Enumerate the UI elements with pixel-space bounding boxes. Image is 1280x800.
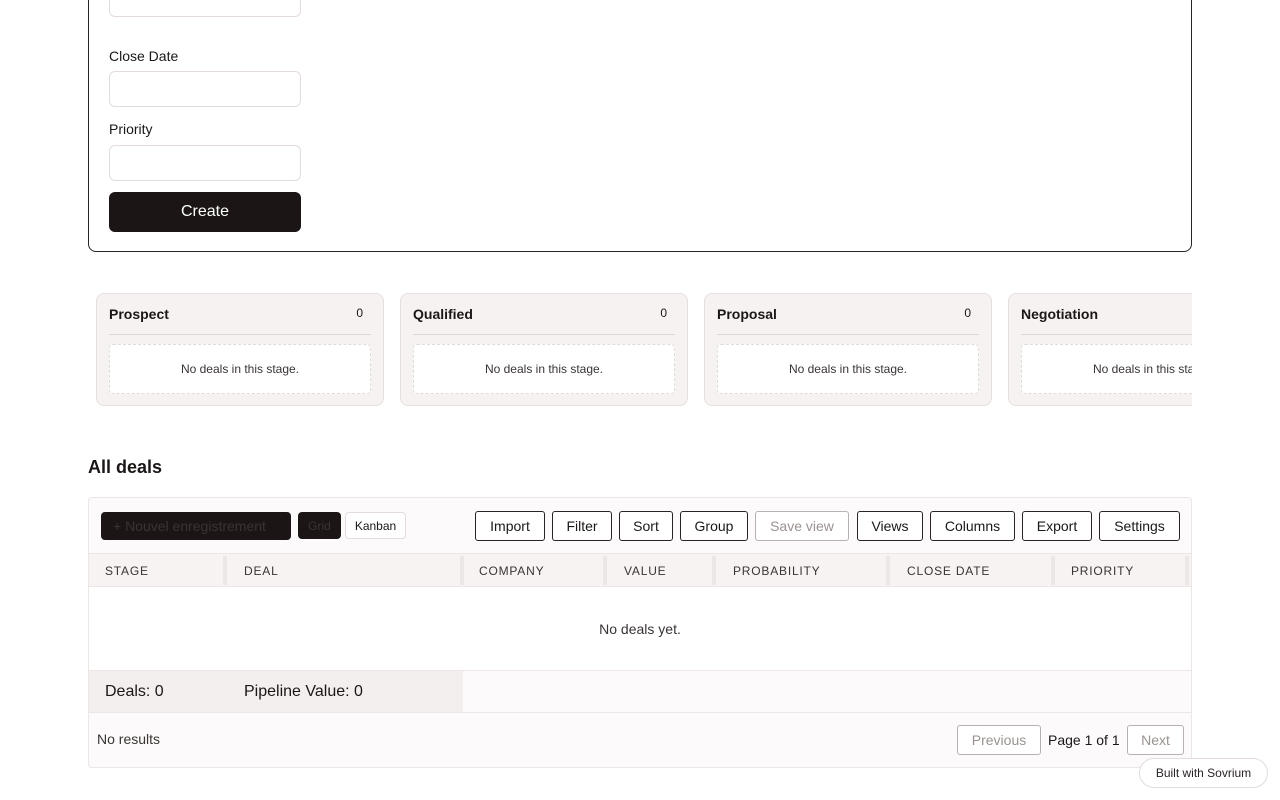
stage-empty-message: No deals in this stage. bbox=[1021, 344, 1192, 394]
priority-input[interactable] bbox=[109, 145, 301, 181]
column-header-probability[interactable]: PROBABILITY bbox=[733, 554, 821, 587]
stage-empty-message: No deals in this stage. bbox=[109, 344, 371, 394]
column-header-deal[interactable]: DEAL bbox=[244, 554, 279, 587]
column-header-value[interactable]: VALUE bbox=[624, 554, 666, 587]
stage-column-prospect: Prospect 0 No deals in this stage. bbox=[96, 293, 384, 406]
kanban-view-toggle[interactable]: Kanban bbox=[345, 512, 406, 539]
group-button[interactable]: Group bbox=[680, 511, 748, 541]
stage-header: Proposal 0 bbox=[717, 306, 979, 335]
grid-view-toggle[interactable]: Grid bbox=[298, 512, 341, 539]
stage-name: Prospect bbox=[109, 306, 169, 322]
close-date-input[interactable] bbox=[109, 71, 301, 107]
column-header-priority[interactable]: PRIORITY bbox=[1071, 554, 1134, 587]
stage-column-qualified: Qualified 0 No deals in this stage. bbox=[400, 293, 688, 406]
stage-name: Qualified bbox=[413, 306, 473, 322]
kanban-board: Prospect 0 No deals in this stage. Quali… bbox=[88, 293, 1192, 407]
settings-button[interactable]: Settings bbox=[1099, 511, 1180, 541]
stage-column-negotiation: Negotiation 0 No deals in this stage. bbox=[1008, 293, 1192, 406]
create-button[interactable]: Create bbox=[109, 192, 301, 232]
column-resize-handle[interactable] bbox=[1051, 556, 1055, 585]
stage-empty-message: No deals in this stage. bbox=[717, 344, 979, 394]
table-summary-row: Deals: 0 Pipeline Value: 0 bbox=[89, 671, 1191, 713]
previous-field-input[interactable] bbox=[109, 0, 301, 17]
table-toolbar: + Nouvel enregistrement Grid Kanban Impo… bbox=[89, 498, 1191, 554]
next-page-button[interactable]: Next bbox=[1127, 725, 1184, 755]
column-resize-handle[interactable] bbox=[460, 556, 464, 585]
stage-count: 0 bbox=[356, 306, 363, 320]
column-resize-handle[interactable] bbox=[886, 556, 890, 585]
sort-button[interactable]: Sort bbox=[619, 511, 673, 541]
create-deal-form: Close Date Priority Create bbox=[88, 0, 1192, 252]
stage-count: 0 bbox=[964, 306, 971, 320]
pipeline-value-summary: Pipeline Value: 0 bbox=[225, 671, 463, 712]
column-resize-handle[interactable] bbox=[712, 556, 716, 585]
column-header-company[interactable]: COMPANY bbox=[479, 554, 544, 587]
column-header-close-date[interactable]: CLOSE DATE bbox=[907, 554, 990, 587]
deals-table-panel: + Nouvel enregistrement Grid Kanban Impo… bbox=[88, 497, 1192, 768]
save-view-button[interactable]: Save view bbox=[755, 511, 849, 541]
page-indicator: Page 1 of 1 bbox=[1048, 732, 1120, 748]
table-header: STAGE DEAL COMPANY VALUE PROBABILITY CLO… bbox=[89, 554, 1191, 587]
column-header-stage[interactable]: STAGE bbox=[105, 554, 149, 587]
column-resize-handle[interactable] bbox=[603, 556, 607, 585]
views-button[interactable]: Views bbox=[857, 511, 923, 541]
stage-header: Qualified 0 bbox=[413, 306, 675, 335]
all-deals-heading: All deals bbox=[88, 457, 163, 477]
close-date-label: Close Date bbox=[109, 48, 179, 64]
priority-label: Priority bbox=[109, 121, 153, 137]
filter-button[interactable]: Filter bbox=[552, 511, 612, 541]
import-button[interactable]: Import bbox=[475, 511, 545, 541]
previous-page-button[interactable]: Previous bbox=[957, 725, 1041, 755]
stage-empty-message: No deals in this stage. bbox=[413, 344, 675, 394]
new-record-button[interactable]: + Nouvel enregistrement bbox=[101, 512, 291, 540]
built-with-badge[interactable]: Built with Sovrium bbox=[1139, 758, 1268, 788]
deals-count-summary: Deals: 0 bbox=[89, 671, 225, 712]
table-pagination: No results Previous Page 1 of 1 Next bbox=[89, 713, 1191, 767]
column-resize-handle[interactable] bbox=[223, 556, 227, 585]
export-button[interactable]: Export bbox=[1022, 511, 1092, 541]
stage-count: 0 bbox=[660, 306, 667, 320]
stage-header: Negotiation 0 bbox=[1021, 306, 1192, 335]
columns-button[interactable]: Columns bbox=[930, 511, 1015, 541]
stage-header: Prospect 0 bbox=[109, 306, 371, 335]
results-count: No results bbox=[97, 731, 161, 747]
column-resize-handle[interactable] bbox=[1185, 556, 1189, 585]
stage-name: Negotiation bbox=[1021, 306, 1098, 322]
table-empty-message: No deals yet. bbox=[89, 587, 1191, 671]
stage-column-proposal: Proposal 0 No deals in this stage. bbox=[704, 293, 992, 406]
stage-name: Proposal bbox=[717, 306, 777, 322]
